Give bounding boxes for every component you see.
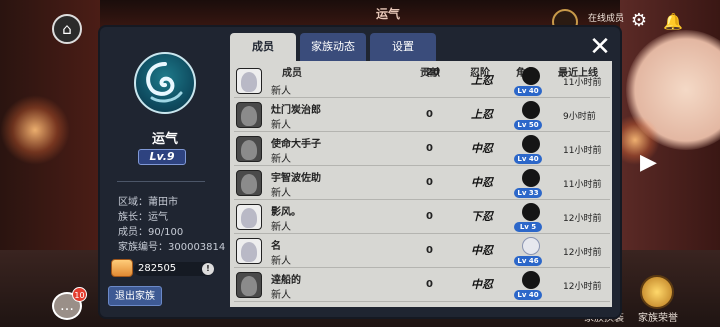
member-row[interactable]: 影风。 新人 0 下忍 Lv 5 12小时前 bbox=[234, 201, 610, 234]
member-last-online: 11小时前 bbox=[563, 180, 602, 190]
member-last-online: 11小时前 bbox=[563, 78, 602, 88]
member-row[interactable]: 使命大手子 新人 0 中忍 Lv 40 11小时前 bbox=[234, 133, 610, 166]
family-honor-icon[interactable] bbox=[640, 275, 674, 309]
family-level-badge: Lv.9 bbox=[138, 149, 186, 165]
info-family-id: 家族编号：300003814 bbox=[118, 242, 226, 253]
home-button[interactable]: ⌂ bbox=[52, 14, 82, 44]
member-rank: 中忍 bbox=[470, 239, 494, 263]
member-role: 新人 bbox=[271, 256, 291, 267]
member-row[interactable]: 宇智波佐助 新人 0 中忍 Lv 33 11小时前 bbox=[234, 167, 610, 200]
member-row[interactable]: 逹船的 新人 0 中忍 Lv 40 12小时前 bbox=[234, 269, 610, 302]
chevron-right-icon[interactable]: ▶ bbox=[640, 150, 657, 175]
member-list[interactable]: 成员 贡献 忍阶 角色 最近上线 新人 20 上忍 Lv 40 11小时前 灶门… bbox=[230, 61, 612, 307]
member-nick: 宇智波佐助 bbox=[271, 173, 321, 184]
bell-icon[interactable]: 🔔 bbox=[662, 11, 684, 33]
info-icon[interactable]: ! bbox=[202, 263, 214, 275]
family-honor-label[interactable]: 家族荣誉 bbox=[638, 309, 678, 324]
character-level: Lv 40 bbox=[514, 86, 542, 96]
member-avatar bbox=[236, 102, 262, 128]
member-avatar bbox=[236, 136, 262, 162]
member-last-online: 12小时前 bbox=[563, 214, 602, 224]
chat-badge: 10 bbox=[72, 287, 87, 302]
member-nick: 灶门炭治郎 bbox=[271, 105, 321, 116]
chat-icon: … bbox=[60, 298, 74, 314]
member-row[interactable]: 名 新人 0 中忍 Lv 46 12小时前 bbox=[234, 235, 610, 268]
info-region: 区域：莆田市 bbox=[118, 197, 178, 208]
info-leader: 族长：运气 bbox=[118, 212, 168, 223]
online-members-label: 在线成员 bbox=[588, 14, 625, 24]
character-icon bbox=[522, 237, 540, 255]
member-contribution: 0 bbox=[426, 245, 433, 256]
tab-members[interactable]: 成员 bbox=[230, 33, 296, 61]
member-avatar bbox=[236, 68, 262, 94]
member-rank: 中忍 bbox=[470, 137, 494, 161]
character-icon bbox=[522, 203, 540, 221]
character-icon bbox=[522, 169, 540, 187]
member-nick: 影风。 bbox=[271, 207, 301, 218]
member-role: 新人 bbox=[271, 222, 291, 233]
character-level: Lv 33 bbox=[514, 188, 542, 198]
gear-icon[interactable]: ⚙ bbox=[628, 10, 650, 32]
hud-family-title: 运气 bbox=[376, 7, 401, 21]
coin-value: 282505 bbox=[138, 263, 177, 274]
member-avatar bbox=[236, 170, 262, 196]
character-icon bbox=[522, 101, 540, 119]
coin-bag-icon bbox=[111, 259, 133, 277]
member-nick: 使命大手子 bbox=[271, 139, 321, 150]
swirl-icon bbox=[146, 62, 183, 103]
member-nick: 逹船的 bbox=[271, 275, 301, 286]
member-avatar bbox=[236, 272, 262, 298]
member-contribution: 0 bbox=[426, 109, 433, 120]
member-contribution: 0 bbox=[426, 177, 433, 188]
family-name: 运气 bbox=[151, 132, 178, 147]
member-last-online: 9小时前 bbox=[563, 112, 596, 122]
character-level: Lv 5 bbox=[514, 222, 542, 232]
member-row[interactable]: 新人 20 上忍 Lv 40 11小时前 bbox=[234, 65, 610, 98]
member-role: 新人 bbox=[271, 86, 291, 97]
member-contribution: 0 bbox=[426, 143, 433, 154]
member-role: 新人 bbox=[271, 154, 291, 165]
lantern-left bbox=[0, 95, 70, 165]
character-level: Lv 50 bbox=[514, 120, 542, 130]
member-rank: 中忍 bbox=[470, 171, 494, 195]
member-row[interactable]: 灶门炭治郎 新人 0 上忍 Lv 50 9小时前 bbox=[234, 99, 610, 132]
tab-settings[interactable]: 设置 bbox=[370, 33, 436, 61]
divider bbox=[117, 181, 205, 182]
member-role: 新人 bbox=[271, 290, 291, 301]
leave-family-button[interactable]: 退出家族 bbox=[108, 286, 162, 306]
member-last-online: 11小时前 bbox=[563, 146, 602, 156]
tab-family-activity[interactable]: 家族动态 bbox=[300, 33, 366, 61]
member-last-online: 12小时前 bbox=[563, 282, 602, 292]
character-level: Lv 46 bbox=[514, 256, 542, 266]
member-role: 新人 bbox=[271, 120, 291, 131]
member-rank: 上忍 bbox=[470, 69, 494, 93]
family-emblem bbox=[134, 52, 196, 114]
member-avatar bbox=[236, 204, 262, 230]
home-icon: ⌂ bbox=[62, 20, 72, 38]
member-contribution: 0 bbox=[426, 211, 433, 222]
character-level: Lv 40 bbox=[514, 290, 542, 300]
member-last-online: 12小时前 bbox=[563, 248, 602, 258]
member-rank: 中忍 bbox=[470, 273, 494, 297]
member-role: 新人 bbox=[271, 188, 291, 199]
character-icon bbox=[522, 67, 540, 85]
member-avatar bbox=[236, 238, 262, 264]
member-contribution: 20 bbox=[426, 67, 440, 78]
member-contribution: 0 bbox=[426, 279, 433, 290]
character-icon bbox=[522, 135, 540, 153]
member-rank: 上忍 bbox=[470, 103, 494, 127]
member-rank: 下忍 bbox=[470, 205, 494, 229]
character-level: Lv 40 bbox=[514, 154, 542, 164]
character-icon bbox=[522, 271, 540, 289]
close-icon[interactable]: ✕ bbox=[587, 34, 613, 60]
member-nick: 名 bbox=[271, 241, 281, 252]
info-members: 成员：90/100 bbox=[118, 227, 184, 238]
